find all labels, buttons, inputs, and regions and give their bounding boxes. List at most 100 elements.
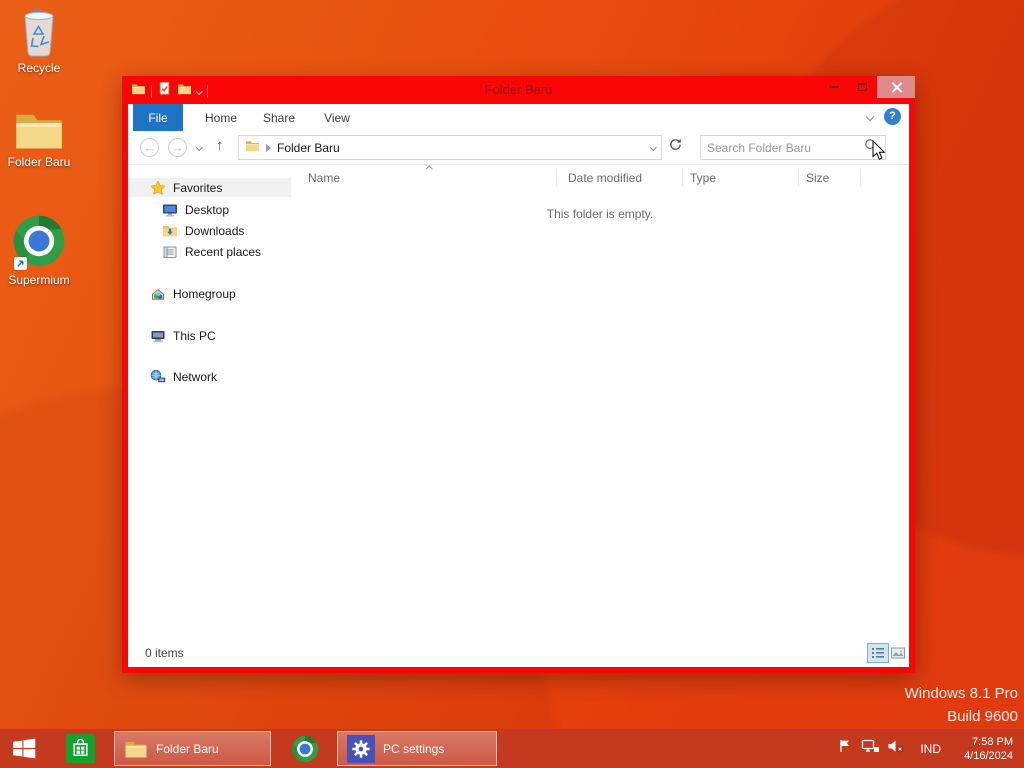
file-list: Name Date modified Type Size This folder… bbox=[291, 165, 909, 640]
ribbon-collapse-chevron-icon[interactable] bbox=[865, 112, 875, 121]
shortcut-arrow-icon bbox=[14, 257, 27, 270]
column-separator[interactable] bbox=[556, 169, 557, 186]
clock[interactable]: 7:58 PM 4/16/2024 bbox=[951, 735, 1013, 763]
sidebar-item-homegroup[interactable]: Homegroup bbox=[128, 284, 291, 303]
sidebar-item-label: Homegroup bbox=[173, 286, 236, 301]
back-button[interactable]: ← bbox=[140, 138, 159, 157]
desktop-icon-folder-baru[interactable]: Folder Baru bbox=[1, 106, 77, 169]
start-button[interactable] bbox=[0, 729, 48, 768]
column-header-name[interactable]: Name bbox=[308, 171, 340, 185]
desktop-icon-label: Recycle bbox=[17, 61, 61, 75]
volume-muted-icon[interactable] bbox=[887, 738, 905, 759]
window-body: File Home Share View ? ← → ↑ Folder Baru bbox=[128, 104, 909, 667]
help-icon[interactable]: ? bbox=[884, 108, 901, 125]
breadcrumb-chevron-icon[interactable] bbox=[266, 143, 271, 152]
navigation-pane: Favorites Desktop Downloads Recent place… bbox=[128, 165, 291, 640]
tab-view[interactable]: View bbox=[314, 104, 360, 131]
large-icons-view-icon bbox=[890, 646, 906, 660]
item-count: 0 items bbox=[145, 646, 184, 660]
sidebar-item-label: Downloads bbox=[185, 223, 245, 238]
sidebar-item-label: Recent places bbox=[185, 244, 262, 259]
folder-icon bbox=[124, 738, 148, 759]
minimize-button[interactable] bbox=[819, 76, 848, 98]
gear-icon bbox=[350, 738, 372, 760]
desktop-icon-label: Folder Baru bbox=[7, 155, 71, 169]
action-center-flag-icon[interactable] bbox=[838, 738, 854, 759]
taskbar-button-label: PC settings bbox=[383, 741, 445, 756]
sidebar-item-label: Network bbox=[173, 369, 218, 384]
taskbar-button-pc-settings[interactable]: PC settings bbox=[337, 731, 497, 766]
tab-share[interactable]: Share bbox=[256, 104, 302, 131]
details-view-icon bbox=[870, 646, 886, 660]
close-icon bbox=[891, 82, 902, 93]
status-bar: 0 items bbox=[128, 640, 909, 667]
minimize-icon bbox=[828, 86, 839, 88]
up-button[interactable]: ↑ bbox=[216, 137, 224, 154]
watermark-line1: Windows 8.1 Pro bbox=[904, 685, 1018, 702]
column-header-size[interactable]: Size bbox=[806, 171, 829, 185]
recent-places-icon bbox=[162, 244, 178, 260]
network-icon bbox=[150, 369, 166, 385]
empty-folder-message: This folder is empty. bbox=[546, 207, 654, 221]
sidebar-item-label: Desktop bbox=[185, 202, 230, 217]
desktop-icon-label: Supermium bbox=[8, 273, 70, 287]
desktop: Recycle Folder Baru Supermium Windows 8.… bbox=[0, 0, 1024, 768]
supermium-browser-icon bbox=[12, 214, 66, 270]
column-header-row: Name Date modified Type Size bbox=[291, 165, 909, 191]
store-icon bbox=[66, 734, 95, 763]
refresh-icon[interactable] bbox=[668, 137, 683, 157]
tab-home[interactable]: Home bbox=[198, 104, 244, 131]
column-header-type[interactable]: Type bbox=[690, 171, 716, 185]
column-header-date-modified[interactable]: Date modified bbox=[568, 171, 642, 185]
breadcrumb-location[interactable]: Folder Baru bbox=[277, 141, 645, 155]
large-icons-view-button[interactable] bbox=[887, 643, 909, 663]
windows-logo-icon bbox=[13, 738, 36, 759]
close-button[interactable] bbox=[877, 76, 915, 98]
search-input[interactable] bbox=[707, 140, 864, 155]
this-pc-icon bbox=[150, 328, 166, 344]
explorer-window: Folder Baru File Home Share View ? ← → ↑… bbox=[122, 76, 915, 673]
clock-time: 7:58 PM bbox=[972, 735, 1013, 748]
navigation-bar: ← → ↑ Folder Baru bbox=[128, 131, 909, 165]
language-indicator[interactable]: IND bbox=[920, 742, 941, 756]
ribbon-tab-strip: File Home Share View ? bbox=[128, 104, 909, 131]
sidebar-item-recent-places[interactable]: Recent places bbox=[128, 242, 291, 261]
taskbar-supermium-button[interactable] bbox=[286, 729, 324, 768]
address-bar[interactable]: Folder Baru bbox=[238, 135, 662, 160]
sidebar-item-desktop[interactable]: Desktop bbox=[128, 200, 291, 219]
column-separator[interactable] bbox=[860, 169, 861, 186]
homegroup-icon bbox=[150, 286, 166, 302]
folder-icon bbox=[245, 139, 260, 157]
desktop-icon-supermium[interactable]: Supermium bbox=[1, 214, 77, 287]
recent-locations-chevron-icon[interactable] bbox=[196, 144, 203, 151]
taskbar: Folder Baru PC settings IND 7:58 PM 4/16… bbox=[0, 729, 1024, 768]
column-separator[interactable] bbox=[798, 169, 799, 186]
sidebar-item-favorites[interactable]: Favorites bbox=[128, 178, 291, 197]
system-tray: IND 7:58 PM 4/16/2024 bbox=[838, 729, 1024, 768]
windows-watermark: Windows 8.1 Pro Build 9600 bbox=[905, 682, 1018, 728]
sidebar-item-this-pc[interactable]: This PC bbox=[128, 326, 291, 345]
network-tray-icon[interactable] bbox=[861, 738, 880, 759]
clock-date: 4/16/2024 bbox=[964, 749, 1013, 762]
title-bar[interactable]: Folder Baru bbox=[122, 76, 915, 104]
downloads-folder-icon bbox=[162, 223, 178, 239]
maximize-button[interactable] bbox=[848, 76, 877, 98]
sidebar-item-downloads[interactable]: Downloads bbox=[128, 221, 291, 240]
forward-button[interactable]: → bbox=[168, 138, 187, 157]
desktop-icon-recycle-bin[interactable]: Recycle bbox=[1, 8, 77, 75]
pc-settings-tile bbox=[347, 734, 375, 763]
taskbar-button-folder-baru[interactable]: Folder Baru bbox=[114, 731, 271, 766]
sidebar-item-label: This PC bbox=[173, 328, 216, 343]
tab-file[interactable]: File bbox=[133, 104, 183, 131]
window-title: Folder Baru bbox=[484, 82, 553, 97]
address-dropdown-chevron-icon[interactable] bbox=[649, 144, 656, 151]
main-area: Favorites Desktop Downloads Recent place… bbox=[128, 165, 909, 640]
caption-buttons bbox=[819, 76, 915, 98]
sidebar-item-label: Favorites bbox=[173, 180, 223, 195]
sort-ascending-icon bbox=[426, 166, 433, 173]
sidebar-item-network[interactable]: Network bbox=[128, 367, 291, 386]
column-separator[interactable] bbox=[682, 169, 683, 186]
search-box[interactable] bbox=[700, 135, 886, 160]
taskbar-store-button[interactable] bbox=[58, 729, 102, 768]
details-view-button[interactable] bbox=[867, 643, 889, 663]
